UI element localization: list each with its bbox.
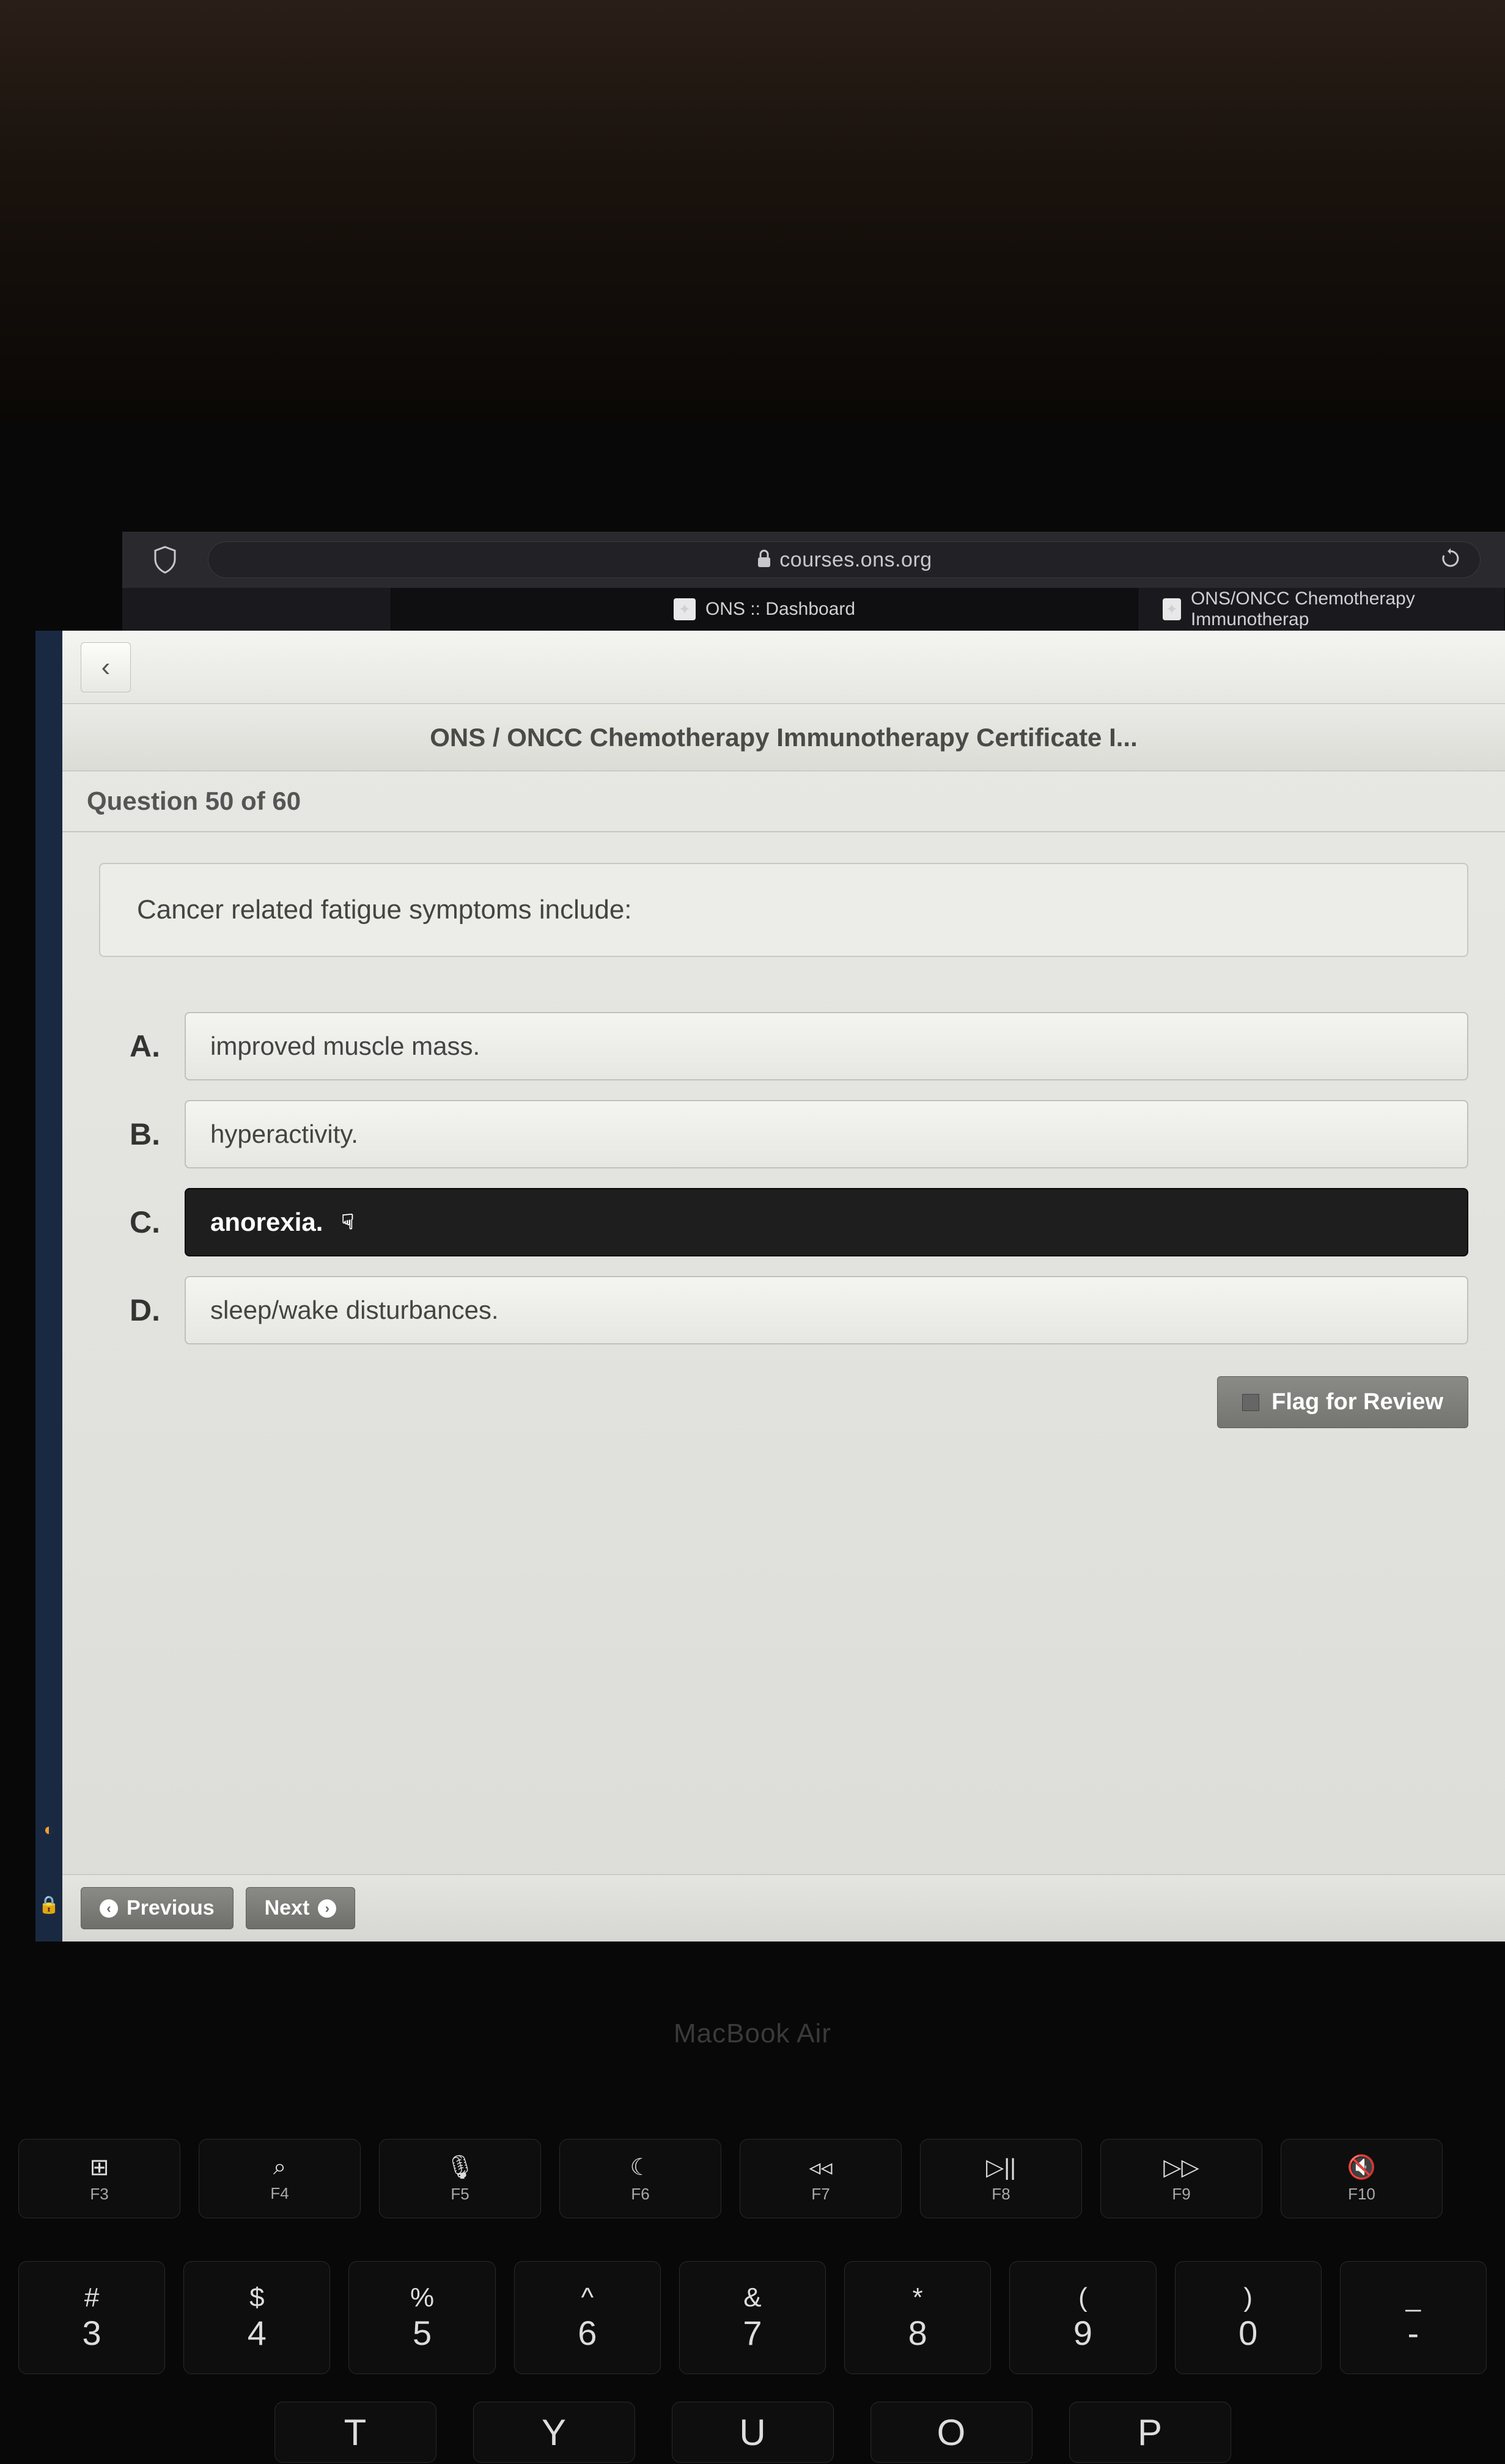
question-box: Cancer related fatigue symptoms include: [99,863,1468,957]
tab-bar: ✦ ONS :: Dashboard ✦ ONS/ONCC Chemothera… [122,588,1505,631]
chevron-right-icon: › [318,1899,336,1918]
flag-label: Flag for Review [1271,1389,1443,1415]
url-text: courses.ons.org [779,548,932,572]
keyboard-key: ⊞F3 [18,2139,180,2218]
previous-button[interactable]: ‹ Previous [81,1887,234,1929]
keyboard-key: P [1069,2402,1231,2463]
answer-option[interactable]: anorexia. ☟ [185,1188,1468,1256]
keyboard-key: Y [473,2402,635,2463]
answer-letter: C. [99,1188,160,1256]
title-bar: ONS / ONCC Chemotherapy Immunotherapy Ce… [62,704,1505,771]
keyboard-key: ⌕F4 [199,2139,361,2218]
flag-row: Flag for Review [62,1364,1505,1428]
keyboard-key: O [870,2402,1032,2463]
tab-course[interactable]: ✦ ONS/ONCC Chemotherapy Immunotherap [1138,588,1505,631]
back-button[interactable]: ‹ [81,642,131,692]
keyboard-key: %5 [348,2261,495,2374]
answer-option[interactable]: sleep/wake disturbances. [185,1276,1468,1344]
keyboard-key: ☾F6 [559,2139,721,2218]
keyboard-key: 🎙F5 [379,2139,541,2218]
keyboard-key: (9 [1009,2261,1156,2374]
keyboard-key: #3 [18,2261,165,2374]
keyboard-letter-row: TYUOP [0,2402,1505,2463]
answer-text: improved muscle mass. [210,1032,480,1061]
answer-text: sleep/wake disturbances. [210,1296,499,1325]
favicon-icon: ✦ [1163,598,1181,620]
lock-icon [756,549,772,571]
keyboard-key: ◃◃F7 [740,2139,902,2218]
main-content: ‹ ONS / ONCC Chemotherapy Immunotherapy … [62,631,1505,1942]
answer-text: anorexia. [210,1208,323,1237]
question-header: Question 50 of 60 [62,771,1505,832]
next-button[interactable]: Next › [246,1887,356,1929]
keyboard-key: 🔇F10 [1281,2139,1443,2218]
top-toolbar: ‹ [62,631,1505,704]
lock-icon[interactable]: 🔒 [35,1891,62,1918]
keyboard-key: *8 [844,2261,991,2374]
contrast-icon[interactable]: ◐ [35,1816,62,1843]
question-body: Cancer related fatigue symptoms include: [62,832,1505,988]
answer-row: C. anorexia. ☟ [99,1188,1468,1256]
keyboard-fn-row: ⊞F3⌕F4🎙F5☾F6◃◃F7▷||F8▷▷F9🔇F10 [0,2139,1505,2218]
keyboard-key: ^6 [514,2261,661,2374]
tab-spacer [122,588,391,631]
privacy-shield-icon[interactable] [147,541,183,578]
answer-row: B. hyperactivity. [99,1100,1468,1168]
page-title: ONS / ONCC Chemotherapy Immunotherapy Ce… [430,723,1138,752]
question-number: Question 50 of 60 [87,787,301,816]
laptop-model-label: MacBook Air [0,2003,1505,2064]
keyboard-key: &7 [679,2261,826,2374]
tab-dashboard[interactable]: ✦ ONS :: Dashboard [391,588,1138,631]
answer-row: D. sleep/wake disturbances. [99,1276,1468,1344]
checkbox-icon [1242,1394,1259,1411]
keyboard-key: T [274,2402,436,2463]
next-label: Next [265,1896,310,1920]
chevron-left-icon: ‹ [101,652,111,683]
cursor-hand-icon: ☟ [341,1210,354,1234]
reload-icon[interactable] [1440,548,1462,573]
keyboard-key: ▷▷F9 [1100,2139,1262,2218]
keyboard-key: )0 [1175,2261,1322,2374]
answer-letter: D. [99,1276,160,1344]
keyboard-num-row: #3$4%5^6&7*8(9)0_- [0,2261,1505,2374]
flag-for-review-button[interactable]: Flag for Review [1217,1376,1468,1428]
favicon-icon: ✦ [674,598,696,620]
url-bar[interactable]: courses.ons.org [208,541,1481,578]
keyboard-key: ▷||F8 [920,2139,1082,2218]
answer-letter: B. [99,1100,160,1168]
sidebar: ◐ 🔒 [35,631,62,1942]
previous-label: Previous [127,1896,215,1920]
answer-letter: A. [99,1012,160,1080]
answer-option[interactable]: hyperactivity. [185,1100,1468,1168]
tab-label: ONS/ONCC Chemotherapy Immunotherap [1191,588,1480,630]
keyboard-key: _- [1340,2261,1487,2374]
chevron-left-icon: ‹ [100,1899,118,1918]
answer-row: A. improved muscle mass. [99,1012,1468,1080]
answer-text: hyperactivity. [210,1120,358,1149]
keyboard-key: $4 [183,2261,330,2374]
answer-option[interactable]: improved muscle mass. [185,1012,1468,1080]
page-frame: ◐ 🔒 ‹ ONS / ONCC Chemotherapy Immunother… [35,631,1505,1942]
answers-list: A. improved muscle mass. B. hyperactivity. C… [62,1012,1505,1344]
tab-label: ONS :: Dashboard [705,599,855,620]
photo-background [0,0,1505,422]
keyboard-key: U [672,2402,834,2463]
question-text: Cancer related fatigue symptoms include: [137,895,632,925]
browser-chrome: courses.ons.org [122,532,1505,588]
bottom-nav: ‹ Previous Next › [62,1874,1505,1942]
